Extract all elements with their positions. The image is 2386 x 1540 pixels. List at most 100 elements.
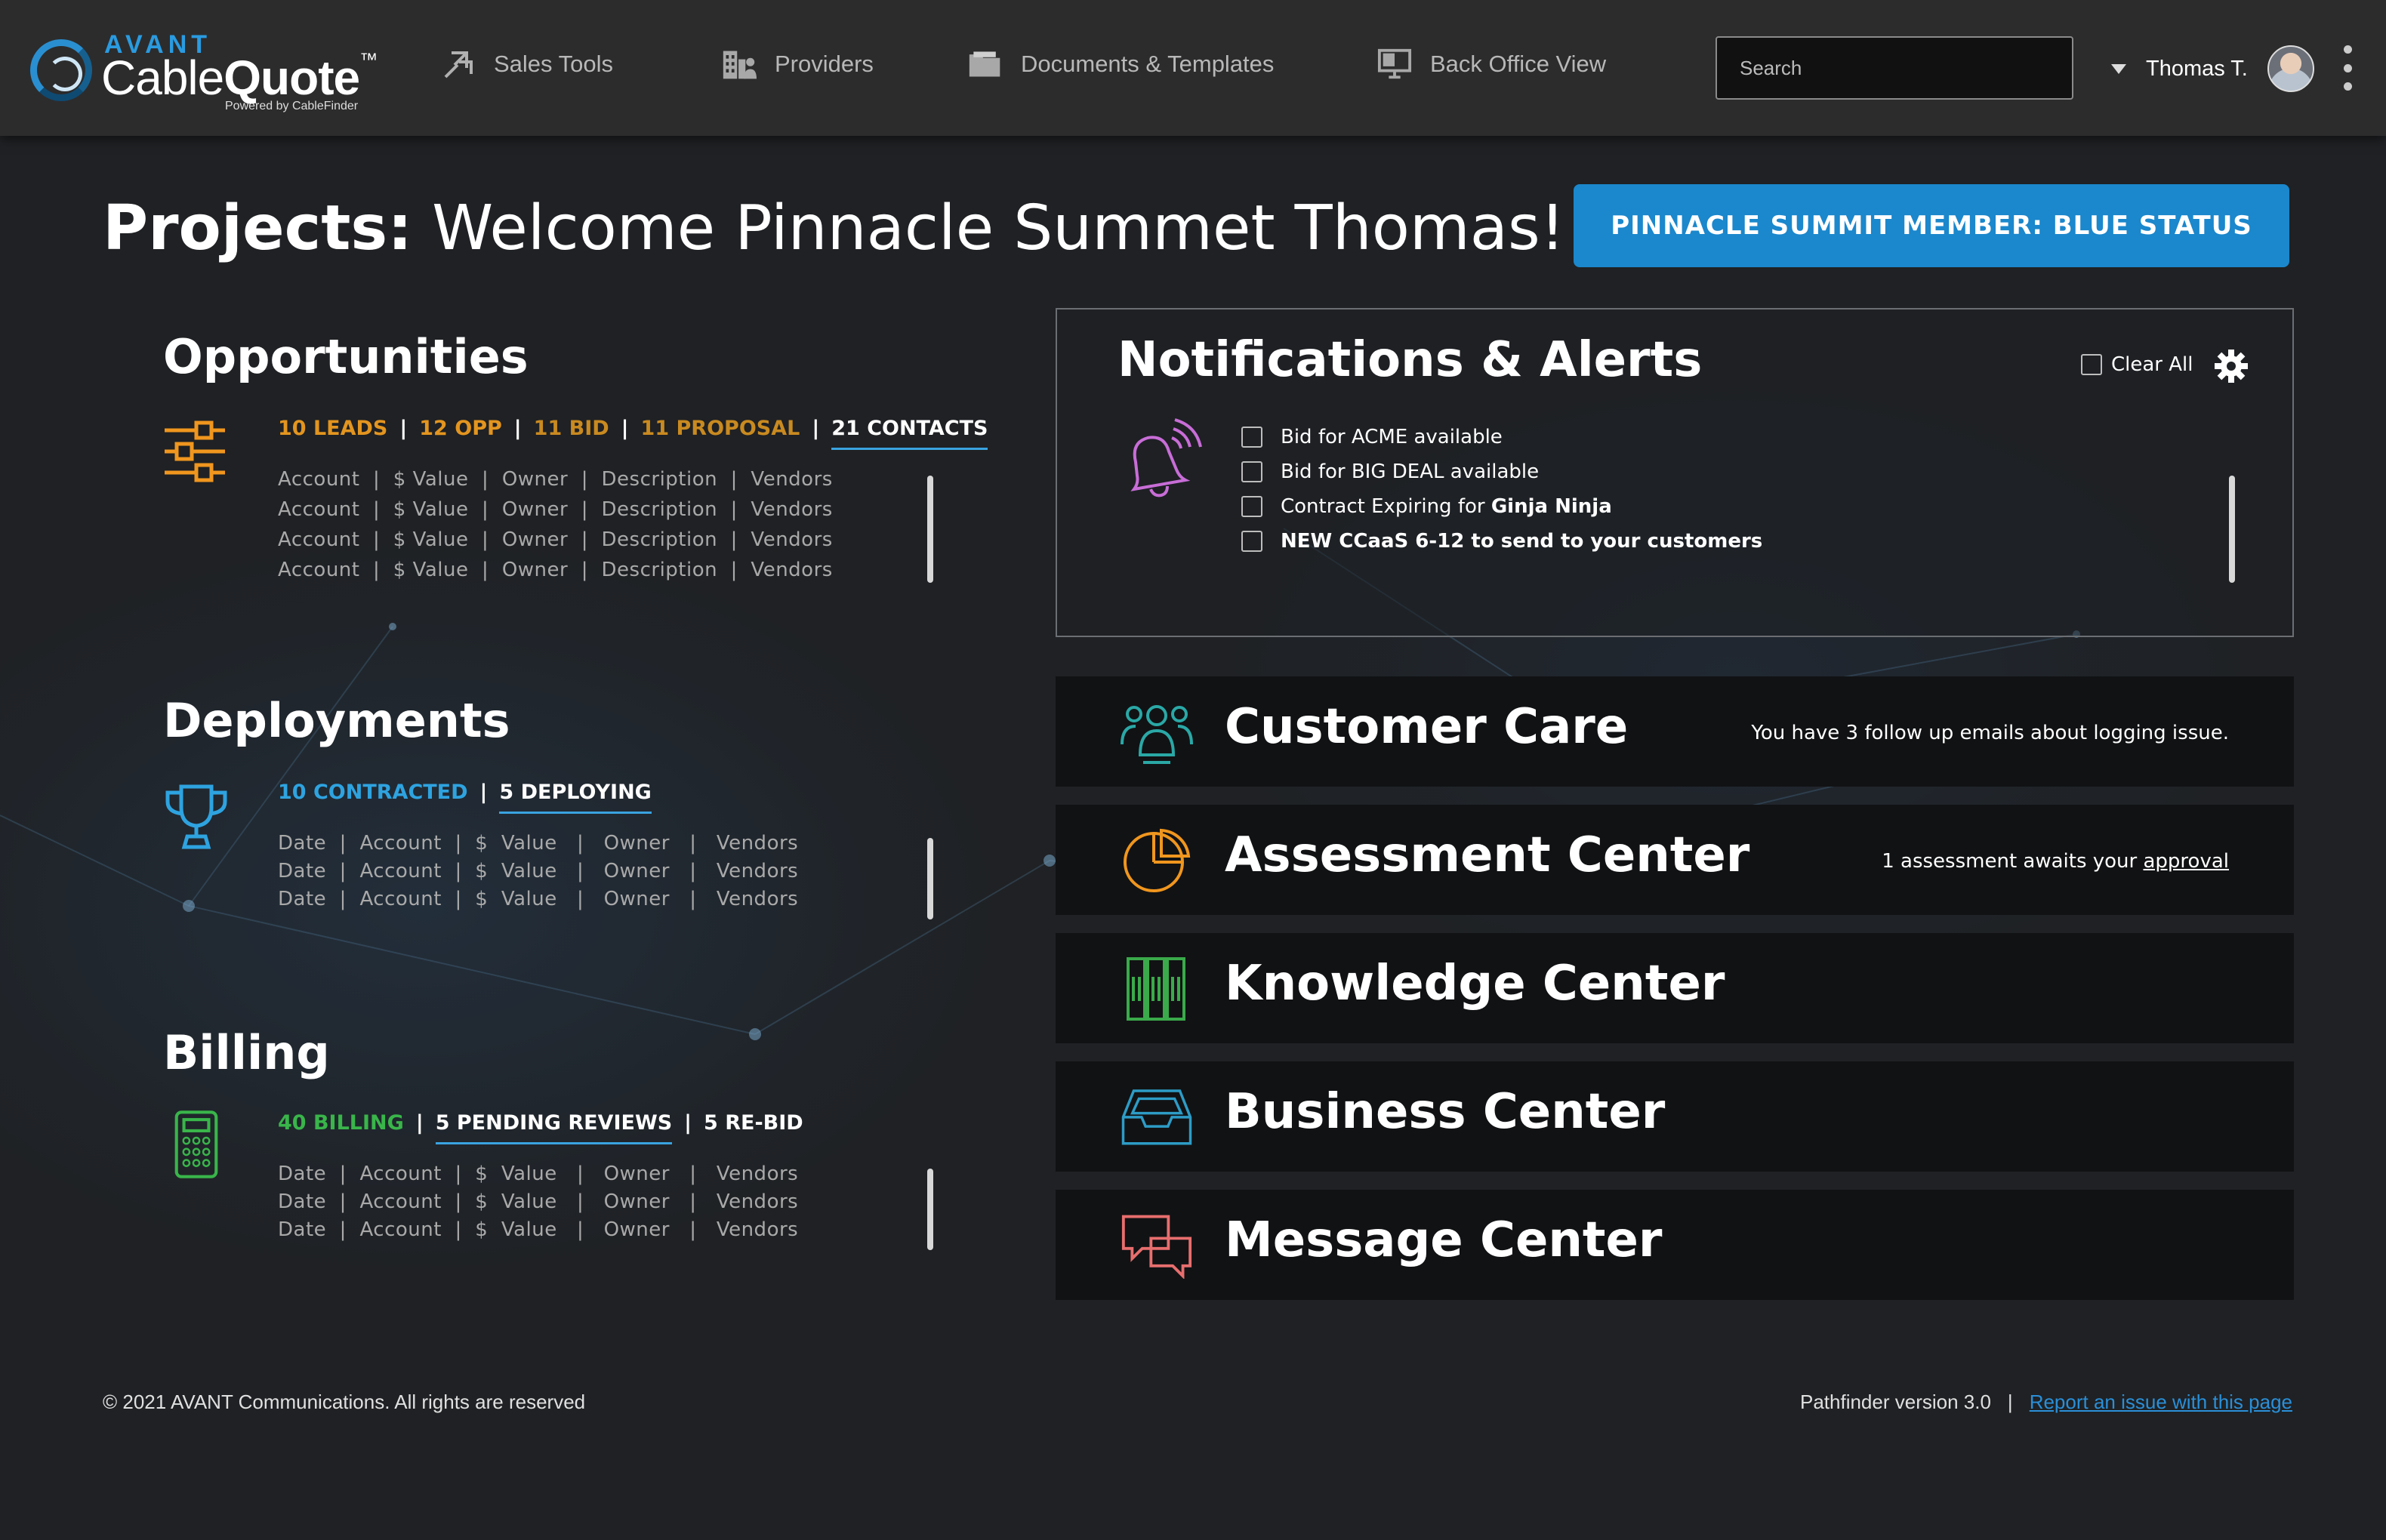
deployments-stats: 10 CONTRACTED | 5 DEPLOYING	[278, 781, 652, 814]
stat-contacts[interactable]: 21 CONTACTS	[831, 417, 988, 450]
stat-divider: |	[513, 417, 522, 440]
cablequote-logo[interactable]: AVANT CableQuote™ Powered by CableFinder	[30, 30, 378, 113]
nav-providers-label: Providers	[775, 51, 874, 77]
checkbox[interactable]	[1241, 531, 1262, 552]
list-item[interactable]: Account | $ Value | Owner | Description …	[278, 468, 833, 498]
more-options-icon[interactable]	[2341, 45, 2354, 91]
top-nav-bar: AVANT CableQuote™ Powered by CableFinder…	[0, 0, 2386, 136]
nav-back-office-label: Back Office View	[1430, 51, 1607, 77]
billing-list: Date | Account | $ Value | Owner | Vendo…	[278, 1163, 798, 1246]
stat-divider: |	[479, 781, 488, 804]
stat-rebid[interactable]: 5 RE-BID	[704, 1111, 803, 1135]
list-item[interactable]: Date | Account | $ Value | Owner | Vendo…	[278, 832, 798, 860]
knowledge-center-tile[interactable]: Knowledge Center	[1056, 933, 2294, 1043]
opportunities-stats: 10 LEADS | 12 OPP | 11 BID | 11 PROPOSAL | 2…	[278, 417, 988, 450]
customer-care-tile[interactable]: Customer Care You have 3 follow up email…	[1056, 676, 2294, 787]
deployments-scrollbar[interactable]	[927, 838, 933, 919]
stat-deploying[interactable]: 5 DEPLOYING	[499, 781, 652, 814]
notification-text: Bid for BIG DEAL available	[1281, 460, 1540, 483]
deployments-list: Date | Account | $ Value | Owner | Vendo…	[278, 832, 798, 916]
pie-chart-icon	[1124, 828, 1191, 892]
billing-title: Billing	[163, 1025, 330, 1080]
stat-bid[interactable]: 11 BID	[534, 417, 609, 440]
copyright: © 2021 AVANT Communications. All rights …	[103, 1391, 586, 1413]
notification-item[interactable]: Bid for ACME available	[1241, 420, 1762, 454]
member-status-button[interactable]: PINNACLE SUMMIT MEMBER: BLUE STATUS	[1574, 184, 2289, 267]
list-item[interactable]: Date | Account | $ Value | Owner | Vendo…	[278, 860, 798, 888]
bookshelf-icon	[1127, 957, 1185, 1021]
logo-ring-icon	[30, 39, 92, 101]
gear-icon[interactable]	[2214, 349, 2249, 383]
billing-scrollbar[interactable]	[927, 1169, 933, 1250]
calculator-icon	[174, 1110, 218, 1178]
knowledge-center-title: Knowledge Center	[1225, 956, 1725, 1012]
list-item[interactable]: Date | Account | $ Value | Owner | Vendo…	[278, 1163, 798, 1190]
notification-item[interactable]: NEW CCaaS 6-12 to send to your customers	[1241, 524, 1762, 559]
notification-item[interactable]: Contract Expiring for Ginja Ninja	[1241, 489, 1762, 524]
business-center-title: Business Center	[1225, 1084, 1666, 1140]
stat-contracted[interactable]: 10 CONTRACTED	[278, 781, 468, 804]
list-item[interactable]: Date | Account | $ Value | Owner | Vendo…	[278, 888, 798, 916]
stat-opp[interactable]: 12 OPP	[419, 417, 502, 440]
stat-billing[interactable]: 40 BILLING	[278, 1111, 404, 1135]
user-menu[interactable]: Thomas T.	[2111, 45, 2314, 92]
checkbox[interactable]	[1241, 427, 1262, 448]
clear-all-checkbox[interactable]: Clear All	[2081, 353, 2193, 376]
notification-text: NEW CCaaS 6-12 to send to your customers	[1281, 530, 1763, 553]
notifications-title: Notifications & Alerts	[1117, 332, 1703, 388]
checkbox[interactable]	[1241, 461, 1262, 482]
customer-care-note: You have 3 follow up emails about loggin…	[1751, 722, 2229, 744]
list-item[interactable]: Date | Account | $ Value | Owner | Vendo…	[278, 1218, 798, 1246]
nav-documents-label: Documents & Templates	[1021, 51, 1275, 77]
footer-links: Pathfinder version 3.0 | Report an issue…	[1800, 1391, 2292, 1414]
stat-pending-reviews[interactable]: 5 PENDING REVIEWS	[435, 1111, 673, 1144]
stat-leads[interactable]: 10 LEADS	[278, 417, 387, 440]
message-center-tile[interactable]: Message Center	[1056, 1190, 2294, 1300]
notification-text: Bid for ACME available	[1281, 426, 1503, 448]
notifications-scrollbar[interactable]	[2229, 476, 2235, 583]
assessment-center-title: Assessment Center	[1225, 827, 1750, 883]
approval-link[interactable]: approval	[2143, 850, 2229, 873]
logo-powered-by: Powered by CableFinder	[225, 100, 359, 112]
stat-divider: |	[399, 417, 408, 440]
search-input[interactable]	[1716, 36, 2073, 100]
stat-divider: |	[684, 1111, 692, 1135]
monitor-icon	[1377, 47, 1412, 82]
list-item[interactable]: Account | $ Value | Owner | Description …	[278, 528, 833, 559]
chat-bubbles-icon	[1121, 1215, 1192, 1279]
notifications-list: Bid for ACME available Bid for BIG DEAL …	[1241, 420, 1762, 559]
user-name: Thomas T.	[2146, 56, 2248, 81]
notification-item[interactable]: Bid for BIG DEAL available	[1241, 454, 1762, 489]
stat-divider: |	[415, 1111, 424, 1135]
message-center-title: Message Center	[1225, 1212, 1663, 1268]
assessment-center-tile[interactable]: Assessment Center 1 assessment awaits yo…	[1056, 805, 2294, 915]
list-item[interactable]: Account | $ Value | Owner | Description …	[278, 498, 833, 528]
inbox-tray-icon	[1121, 1089, 1192, 1145]
nav-sales-tools[interactable]: Sales Tools	[441, 42, 613, 87]
nav-providers[interactable]: Providers	[722, 42, 874, 87]
notifications-panel: Notifications & Alerts Clear All Bid for…	[1056, 308, 2294, 637]
deployments-title: Deployments	[163, 693, 510, 748]
stat-divider: |	[812, 417, 820, 440]
billing-stats: 40 BILLING | 5 PENDING REVIEWS | 5 RE-BID	[278, 1111, 803, 1144]
page-title: Projects: Welcome Pinnacle Summet Thomas…	[103, 192, 1565, 264]
opportunities-scrollbar[interactable]	[927, 476, 933, 583]
nav-sales-tools-label: Sales Tools	[494, 51, 613, 77]
assessment-center-note: 1 assessment awaits your approval	[1882, 850, 2229, 873]
stat-divider: |	[621, 417, 629, 440]
chevron-down-icon[interactable]	[2111, 63, 2126, 74]
list-item[interactable]: Account | $ Value | Owner | Description …	[278, 559, 833, 589]
avatar[interactable]	[2267, 45, 2314, 92]
stat-proposal[interactable]: 11 PROPOSAL	[641, 417, 800, 440]
nav-back-office-view[interactable]: Back Office View	[1377, 42, 1606, 87]
clear-all-label: Clear All	[2111, 353, 2193, 376]
report-issue-link[interactable]: Report an issue with this page	[2030, 1391, 2292, 1414]
business-center-tile[interactable]: Business Center	[1056, 1061, 2294, 1172]
footer-divider: |	[2007, 1391, 2013, 1413]
checkbox[interactable]	[2081, 354, 2102, 375]
nav-documents-templates[interactable]: Documents & Templates	[968, 42, 1274, 87]
sliders-icon	[165, 420, 225, 482]
providers-icon	[722, 47, 757, 82]
checkbox[interactable]	[1241, 496, 1262, 517]
list-item[interactable]: Date | Account | $ Value | Owner | Vendo…	[278, 1190, 798, 1218]
